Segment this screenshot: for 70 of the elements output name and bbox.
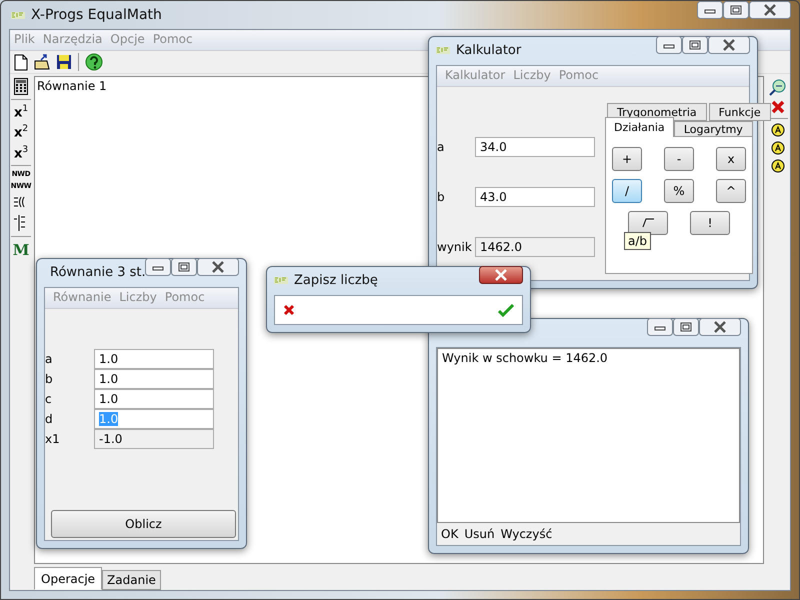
operator-button[interactable]: +: [612, 147, 642, 171]
help-icon[interactable]: [85, 53, 103, 71]
field-label: c: [45, 392, 53, 406]
zoom-icon[interactable]: [769, 78, 787, 96]
maximize-icon[interactable]: [171, 258, 197, 276]
clipboard-text: Wynik w schowku = 1462.0: [437, 348, 740, 523]
new-document-icon[interactable]: [14, 54, 28, 70]
minimize-icon[interactable]: [647, 318, 673, 336]
field-label: wynik: [437, 240, 473, 254]
maximize-icon[interactable]: [723, 1, 749, 19]
window-title: Zapisz liczbę: [294, 273, 378, 288]
field-label: a: [45, 352, 54, 366]
result-field: -1.0: [94, 429, 214, 449]
clipboard-action[interactable]: Usuń: [464, 527, 495, 541]
window-title: Równanie 3 st.: [50, 265, 146, 280]
root-button[interactable]: [628, 211, 668, 235]
close-icon[interactable]: [197, 258, 239, 276]
field-label: a: [437, 140, 446, 154]
input-field[interactable]: 1.0: [94, 389, 214, 409]
minimize-icon[interactable]: [697, 1, 723, 19]
power-tool[interactable]: x$^{3}$: [14, 144, 28, 161]
tab[interactable]: Funkcje: [708, 103, 771, 121]
close-icon[interactable]: [708, 36, 750, 54]
window-title: X-Progs EqualMath: [31, 7, 163, 23]
maximize-icon[interactable]: [682, 36, 708, 54]
tooltip: a/b: [624, 232, 652, 250]
window-title: Kalkulator: [456, 43, 522, 58]
field-label: b: [437, 190, 446, 204]
field-label: d: [45, 412, 54, 426]
operator-button[interactable]: %: [664, 179, 694, 203]
bottom-tab[interactable]: Operacje: [34, 567, 102, 590]
root-icon: [642, 218, 654, 228]
confirm-icon[interactable]: [498, 304, 514, 316]
operator-button[interactable]: !: [690, 211, 730, 235]
input-field[interactable]: 34.0: [475, 137, 595, 157]
close-icon[interactable]: [479, 266, 523, 284]
a-circle-icon[interactable]: [771, 159, 785, 173]
minimize-icon[interactable]: [656, 36, 682, 54]
operator-button[interactable]: ^: [716, 179, 746, 203]
cancel-icon[interactable]: [283, 304, 295, 316]
clipboard-action[interactable]: OK: [441, 527, 458, 541]
save-icon[interactable]: [56, 54, 72, 70]
app-icon: [436, 46, 450, 55]
logo-tool[interactable]: M: [12, 240, 30, 259]
bottom-tab[interactable]: Zadanie: [102, 570, 161, 590]
result-field: 1462.0: [475, 237, 595, 257]
minimize-icon[interactable]: [145, 258, 171, 276]
document-title: Równanie 1: [37, 79, 107, 93]
delete-icon[interactable]: [771, 100, 785, 114]
open-folder-icon[interactable]: [34, 54, 50, 70]
operator-button[interactable]: x: [716, 147, 746, 171]
maximize-icon[interactable]: [673, 318, 699, 336]
operator-button[interactable]: -: [664, 147, 694, 171]
tab[interactable]: Działania: [605, 117, 674, 137]
app-icon: [274, 276, 288, 285]
calculator-icon[interactable]: [14, 78, 28, 95]
input-field[interactable]: 1.0: [94, 369, 214, 389]
input-field[interactable]: 43.0: [475, 187, 595, 207]
power-tool[interactable]: x$^{1}$: [14, 104, 28, 120]
field-label: b: [45, 372, 54, 386]
app-icon: [11, 10, 25, 20]
tab[interactable]: Logarytmy: [674, 121, 753, 137]
input-field[interactable]: 1.0: [94, 349, 214, 369]
close-icon[interactable]: [749, 1, 791, 19]
field-label: x1: [45, 432, 61, 446]
calculate-button[interactable]: Oblicz: [51, 510, 236, 538]
clipboard-action[interactable]: Wyczyść: [500, 527, 552, 541]
power-tool[interactable]: x$^{2}$: [14, 124, 28, 141]
operator-button[interactable]: /: [612, 179, 642, 203]
close-icon[interactable]: [699, 318, 741, 336]
